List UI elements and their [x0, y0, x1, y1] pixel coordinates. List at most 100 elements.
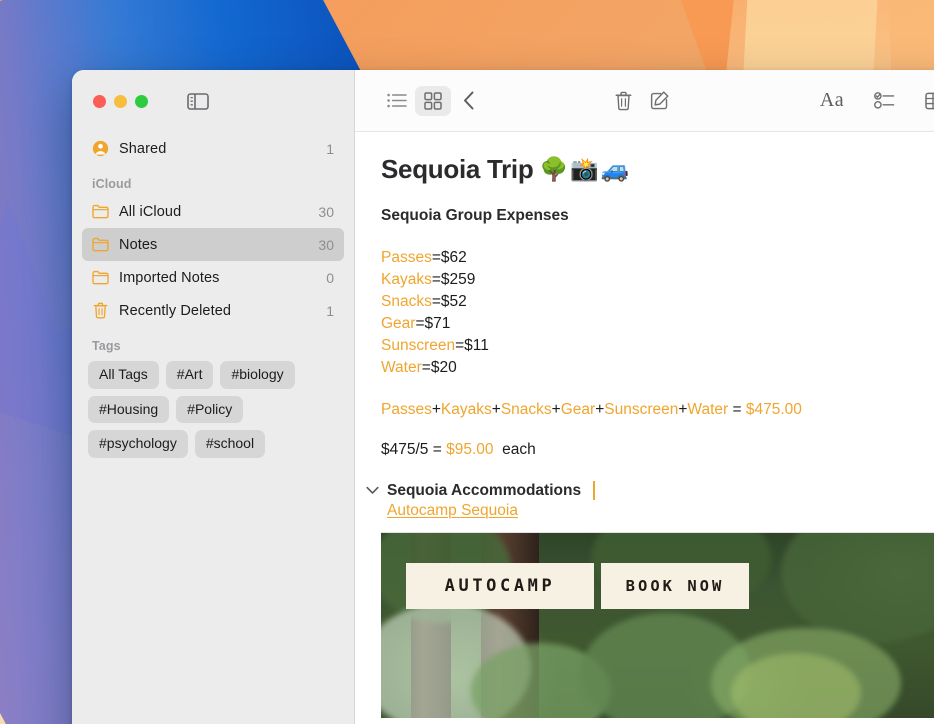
expense-name: Snacks [381, 293, 432, 310]
note-title-emoji: 🌳📸🚙 [539, 156, 632, 182]
sum-term: Passes [381, 401, 432, 418]
expense-name: Passes [381, 249, 432, 266]
titlebar-controls [72, 70, 354, 132]
tag-housing[interactable]: #Housing [88, 395, 170, 423]
desktop-background: Shared 1 iCloud All iCloud 30 Notes 30 I… [0, 0, 934, 724]
sidebar-item-recently-deleted[interactable]: Recently Deleted 1 [82, 294, 344, 327]
total-sum-line: Passes+Kayaks+Snacks+Gear+Sunscreen+Wate… [381, 401, 934, 419]
text-cursor [593, 481, 596, 500]
sidebar-section-header-tags: Tags [92, 339, 121, 353]
sum-term: Sunscreen [604, 401, 679, 418]
note-title: Sequoia Trip 🌳📸🚙 [381, 154, 934, 185]
tag-policy[interactable]: #Policy [176, 395, 244, 423]
zoom-button[interactable] [135, 94, 148, 108]
tag-art[interactable]: #Art [165, 361, 214, 389]
sidebar-toggle-icon[interactable] [185, 90, 211, 112]
sum-equals: = [732, 401, 742, 418]
folder-icon [91, 235, 110, 254]
minimize-button[interactable] [114, 94, 127, 108]
expense-equals: = [431, 249, 441, 266]
checklist-icon[interactable] [866, 86, 902, 116]
expense-name: Kayaks [381, 271, 432, 288]
detail-pane: Aa Sequoia Trip 🌳📸🚙 Sequoia Group Expens… [355, 70, 934, 724]
expense-name: Sunscreen [381, 337, 456, 354]
note-title-text: Sequoia Trip [381, 154, 534, 184]
sidebar-item-label: Imported Notes [119, 269, 220, 286]
shared-person-icon [91, 139, 110, 158]
sidebar-item-count: 30 [318, 203, 334, 220]
expense-row: Sunscreen=$11 [381, 335, 934, 357]
format-text-button[interactable]: Aa [814, 86, 850, 116]
tag-psychology[interactable]: #psychology [88, 430, 188, 458]
close-button[interactable] [93, 94, 106, 108]
folder-icon [91, 202, 110, 221]
tag-biology[interactable]: #biology [220, 361, 295, 389]
collapsible-heading-row[interactable]: Sequoia Accommodations [365, 481, 934, 500]
note-body[interactable]: Sequoia Trip 🌳📸🚙 Sequoia Group Expenses … [355, 132, 934, 724]
sum-plus: + [551, 401, 561, 418]
expense-value: $259 [440, 271, 476, 288]
sidebar-item-notes[interactable]: Notes 30 [82, 228, 344, 261]
gallery-view-icon[interactable] [415, 85, 451, 116]
tag-school[interactable]: #school [194, 430, 266, 458]
note-subheading: Sequoia Group Expenses [381, 207, 569, 224]
table-icon[interactable] [918, 86, 934, 116]
redwood-forest-photo [381, 533, 934, 718]
expense-row: Snacks=$52 [381, 291, 934, 313]
sidebar-item-count: 30 [318, 236, 334, 253]
foliage [781, 533, 934, 643]
sidebar-item-imported-notes[interactable]: Imported Notes 0 [82, 261, 344, 294]
sidebar-item-all-icloud[interactable]: All iCloud 30 [82, 195, 344, 228]
sum-term: Water [687, 401, 729, 418]
expense-row: Passes=$62 [381, 247, 934, 269]
expense-list: Passes=$62 Kayaks=$259 Snacks=$52 Gear=$… [381, 247, 934, 379]
sum-result: $475.00 [745, 401, 802, 418]
tag-all-tags[interactable]: All Tags [88, 361, 159, 389]
list-view-icon[interactable] [379, 86, 415, 116]
sidebar-item-count: 1 [326, 302, 334, 319]
sum-plus: + [491, 401, 501, 418]
expense-name: Water [381, 359, 422, 376]
folder-icon [91, 268, 110, 287]
sum-plus: + [595, 401, 605, 418]
per-person-line: $475/5 = $95.00 each [381, 441, 934, 459]
notes-window: Shared 1 iCloud All iCloud 30 Notes 30 I… [72, 70, 934, 724]
link-preview-image[interactable]: AUTOCAMP BOOK NOW [381, 532, 934, 718]
expense-equals: = [431, 293, 441, 310]
chevron-down-icon[interactable] [365, 484, 379, 498]
sidebar-item-count: 1 [326, 140, 334, 157]
compose-note-icon[interactable] [641, 86, 677, 116]
book-now-badge[interactable]: BOOK NOW [601, 563, 749, 609]
sidebar-item-label: Shared [119, 140, 167, 157]
sidebar-item-label: All iCloud [119, 203, 182, 220]
collapsible-heading-text: Sequoia Accommodations [387, 481, 582, 499]
expense-equals: = [455, 337, 465, 354]
sum-plus: + [431, 401, 441, 418]
sidebar-item-label: Recently Deleted [119, 302, 232, 319]
note-content: Sequoia Trip 🌳📸🚙 Sequoia Group Expenses … [355, 154, 934, 520]
expense-equals: = [421, 359, 431, 376]
expense-row: Gear=$71 [381, 313, 934, 335]
expense-value: $20 [430, 359, 457, 376]
expense-name: Gear [381, 315, 416, 332]
per-person-suffix: each [502, 441, 536, 458]
expense-value: $11 [464, 337, 489, 354]
back-chevron-icon[interactable] [451, 86, 487, 116]
toolbar: Aa [355, 70, 934, 132]
sum-term: Snacks [500, 401, 552, 418]
per-person-equals: = [432, 441, 442, 458]
autocamp-sequoia-link[interactable]: Autocamp Sequoia [387, 502, 518, 519]
expense-equals: = [431, 271, 441, 288]
sidebar-item-shared[interactable]: Shared 1 [82, 132, 344, 165]
expense-row: Kayaks=$259 [381, 269, 934, 291]
delete-note-icon[interactable] [605, 86, 641, 116]
sum-term: Gear [560, 401, 596, 418]
expense-value: $62 [440, 249, 467, 266]
sidebar-list: Shared 1 iCloud All iCloud 30 Notes 30 I… [72, 132, 354, 724]
per-person-expression: $475/5 [381, 441, 429, 458]
sidebar-item-count: 0 [326, 269, 334, 286]
format-text-label: Aa [819, 89, 845, 111]
sum-term: Kayaks [440, 401, 492, 418]
expense-equals: = [415, 315, 425, 332]
sidebar-item-label: Notes [119, 236, 158, 253]
